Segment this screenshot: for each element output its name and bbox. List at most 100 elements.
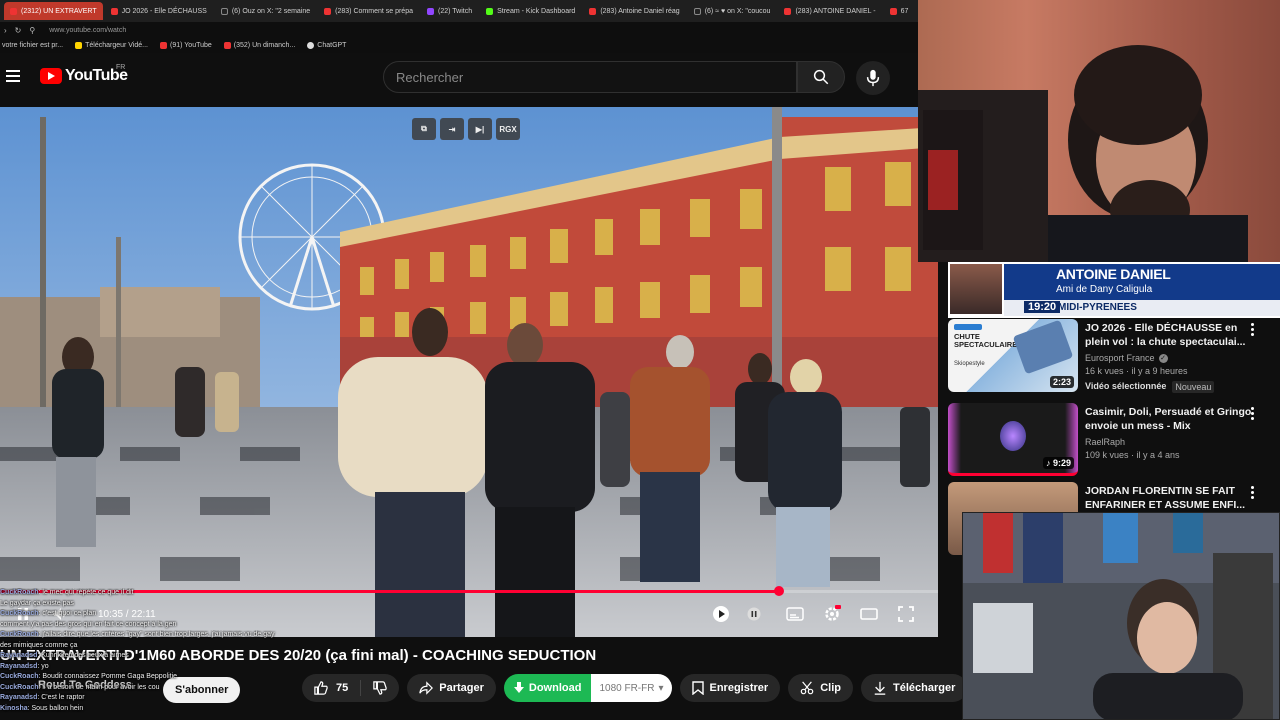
pause-toggle[interactable] xyxy=(743,603,765,625)
browser-tab-active[interactable]: (2312) UN EXTRAVERT xyxy=(4,2,103,20)
x-favicon-icon xyxy=(220,7,228,15)
gear-icon xyxy=(825,605,841,621)
telecharger-label: Télécharger xyxy=(892,682,956,694)
settings-button[interactable] xyxy=(821,603,843,625)
theater-mode-button[interactable] xyxy=(858,603,880,625)
share-button[interactable]: Partager xyxy=(407,674,496,702)
bookmark-label: (91) YouTube xyxy=(170,42,212,49)
voice-search-button[interactable] xyxy=(856,61,890,95)
bookmark[interactable]: Téléchargeur Vidé... xyxy=(75,42,148,49)
pause-circle-icon xyxy=(747,607,761,621)
bookmark[interactable]: votre fichier est pr... xyxy=(2,42,63,49)
youtube-favicon-icon xyxy=(160,42,168,49)
video-thumbnail[interactable]: CHUTE SPECTACULAIRE Skiopestyle 2:23 xyxy=(948,319,1078,392)
kick-favicon-icon xyxy=(486,7,494,15)
subtitles-button[interactable] xyxy=(784,603,806,625)
recommendation-channel[interactable]: Eurosport France ✓ xyxy=(1085,353,1168,363)
dislike-button[interactable] xyxy=(361,674,399,702)
recommendation-channel[interactable]: RaelRaph xyxy=(1085,437,1125,447)
twitch-favicon-icon xyxy=(427,7,434,15)
youtube-favicon-icon xyxy=(589,7,597,15)
tab-label: Stream - Kick Dashboard xyxy=(497,7,576,15)
guest-webcam xyxy=(962,512,1280,720)
arrow-down-icon xyxy=(513,682,524,693)
chat-message: CuckRoach: c'est quoi ce plan xyxy=(0,610,97,617)
player-overlay-buttons: ⧉ ⇥ ▶| RGX xyxy=(412,118,520,140)
chat-message: CuckRoach: Boudit connaissez Pomme Gaga … xyxy=(0,673,178,680)
tab-label: (6) Ouz on X: "2 semaine xyxy=(231,7,311,15)
progress-scrubber[interactable] xyxy=(773,586,784,596)
like-count: 75 xyxy=(336,682,349,694)
chat-message: Rayanadsd: yo xyxy=(0,662,49,670)
bookmark[interactable]: ChatGPT xyxy=(307,42,346,49)
browser-tab[interactable]: JO 2026 - Elle DÉCHAUSS xyxy=(105,2,213,20)
tab-label: 67 xyxy=(900,7,909,15)
video-player[interactable]: ⧉ ⇥ ▶| RGX 10:35 / 22:11 xyxy=(0,107,938,637)
webcam-feed xyxy=(963,513,1279,719)
rgx-button[interactable]: RGX xyxy=(496,118,520,140)
youtube-logo[interactable]: YouTube FR xyxy=(40,64,128,85)
new-badge: Nouveau xyxy=(1172,381,1215,393)
recommendation-title[interactable]: Casimir, Doli, Persuadé et Gringo envoie… xyxy=(1085,405,1253,433)
site-info-icon[interactable]: ⚲ xyxy=(29,26,35,35)
url-field[interactable]: www.youtube.com/watch xyxy=(49,27,126,34)
browser-tab[interactable]: (283) ANTOINE DANIEL - xyxy=(778,2,881,20)
more-options-icon[interactable] xyxy=(1251,323,1255,336)
reload-icon[interactable]: ↻ xyxy=(15,26,22,35)
enter-icon[interactable]: ⇥ xyxy=(440,118,464,140)
skip-icon[interactable]: ▶| xyxy=(468,118,492,140)
browser-tab[interactable]: (6) Ouz on X: "2 semaine xyxy=(215,2,316,20)
save-button[interactable]: Enregistrer xyxy=(679,674,781,702)
address-bar: › ↻ ⚲ www.youtube.com/watch xyxy=(0,22,918,38)
bookmark-label: ChatGPT xyxy=(317,42,347,49)
forward-icon[interactable]: › xyxy=(4,26,7,35)
video-duration: 2:23 xyxy=(1049,376,1074,388)
tab-label: (283) Comment se prépa xyxy=(335,7,413,15)
recommendation-title[interactable]: JO 2026 - Elle DÉCHAUSSE en plein vol : … xyxy=(1085,321,1253,349)
more-options-icon[interactable] xyxy=(1251,486,1255,499)
recommendation-item[interactable]: ♪ 9:29 Casimir, Doli, Persuadé et Gringo… xyxy=(948,403,1280,481)
youtube-favicon-icon xyxy=(223,42,231,49)
browser-tab[interactable]: Stream - Kick Dashboard xyxy=(480,2,581,20)
stream-chat-overlay: CuckRoach: le mec qui répète ce que il d… xyxy=(0,588,300,720)
autoplay-button[interactable] xyxy=(710,603,732,625)
video-thumbnail[interactable]: ♪ 9:29 xyxy=(948,403,1078,476)
youtube-header: YouTube FR xyxy=(0,53,918,107)
popout-icon[interactable]: ⧉ xyxy=(412,118,436,140)
browser-tab[interactable]: (22) Twitch xyxy=(421,2,478,20)
chat-message: Rayanadsd: C'est le raptor xyxy=(0,694,85,701)
browser-tab[interactable]: (6) ≈ ♥ on X: "coucou xyxy=(688,2,777,20)
country-code: FR xyxy=(116,64,126,71)
x-favicon-icon xyxy=(693,7,701,15)
download-favicon-icon xyxy=(75,42,83,49)
fullscreen-button[interactable] xyxy=(895,603,917,625)
recommendation-title[interactable]: JORDAN FLORENTIN SE FAIT ENFARINER ET AS… xyxy=(1085,484,1253,512)
tab-label: JO 2026 - Elle DÉCHAUSS xyxy=(121,7,207,15)
tab-label: (283) ANTOINE DANIEL - xyxy=(795,7,876,15)
search-input[interactable] xyxy=(384,62,796,92)
recommendation-item[interactable]: CHUTE SPECTACULAIRE Skiopestyle 2:23 JO … xyxy=(948,319,1280,397)
browser-tab[interactable]: 67 xyxy=(884,2,915,20)
browser-tab-strip: (2312) UN EXTRAVERT JO 2026 - Elle DÉCHA… xyxy=(0,0,918,22)
chevron-down-icon: ▾ xyxy=(658,682,664,694)
download-button[interactable]: Download xyxy=(503,674,592,702)
youtube-favicon-icon xyxy=(110,7,118,15)
clip-button[interactable]: Clip xyxy=(788,674,853,702)
youtube-favicon-icon xyxy=(10,7,17,15)
like-button[interactable]: 75 xyxy=(302,674,360,702)
bookmark[interactable]: (352) Un dimanch... xyxy=(223,42,295,49)
quality-select[interactable]: 1080 FR-FR ▾ xyxy=(591,674,672,702)
bookmark-icon xyxy=(691,681,704,695)
theater-icon xyxy=(860,608,878,620)
search-box xyxy=(383,61,797,93)
search-button[interactable] xyxy=(797,61,845,93)
browser-tab[interactable]: (283) Comment se prépa xyxy=(318,2,419,20)
autoplay-icon xyxy=(713,606,729,622)
video-frame xyxy=(0,107,938,637)
recommendation-meta: 109 k vues · il y a 4 ans xyxy=(1085,450,1180,460)
menu-icon[interactable] xyxy=(6,70,20,82)
bookmark[interactable]: (91) YouTube xyxy=(160,42,212,49)
more-options-icon[interactable] xyxy=(1251,407,1255,420)
browser-tab[interactable]: (283) Antoine Daniel réag xyxy=(583,2,685,20)
chat-message: Rayanadsd: Kunrikken des ceux à aimes xyxy=(0,652,129,659)
